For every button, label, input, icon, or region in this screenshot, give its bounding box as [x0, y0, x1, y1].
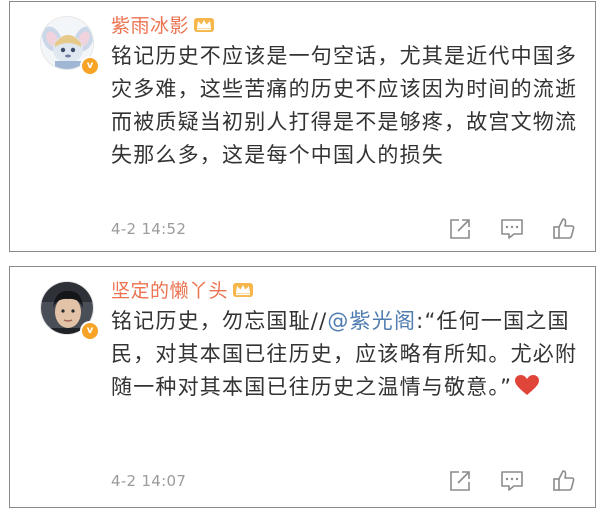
mention-link[interactable]: @紫光阁 — [327, 309, 416, 333]
verified-badge: v — [80, 56, 100, 76]
action-bar — [447, 216, 577, 242]
crown-icon — [233, 283, 254, 297]
comment-text-prefix: 铭记历史，勿忘国耻// — [111, 309, 328, 333]
action-bar — [447, 468, 577, 494]
timestamp: 4-2 14:07 — [111, 472, 187, 490]
comment-text: 铭记历史不应该是一句空话，尤其是近代中国多灾多难，这些苦痛的历史不应该因为时间的… — [111, 44, 578, 167]
comment-icon[interactable] — [499, 216, 525, 242]
username[interactable]: 紫雨冰影 — [111, 11, 189, 38]
share-icon[interactable] — [447, 216, 473, 242]
crown-icon — [194, 18, 215, 32]
heart-emoji — [515, 375, 540, 395]
comment-text: 铭记历史，勿忘国耻//@紫光阁:“任何一国之国民，对其本国已往历史，应该略有所知… — [111, 305, 579, 404]
username[interactable]: 坚定的懒丫头 — [111, 276, 228, 303]
like-icon[interactable] — [551, 216, 577, 242]
comment-icon[interactable] — [499, 468, 525, 494]
share-icon[interactable] — [447, 468, 473, 494]
verified-badge: v — [80, 321, 100, 341]
like-icon[interactable] — [551, 468, 577, 494]
timestamp: 4-2 14:52 — [111, 220, 187, 238]
comment-card: v 坚定的懒丫头 铭记历史，勿忘国耻//@紫光阁:“任何一国之国民，对其本国已往… — [9, 266, 596, 508]
comment-card: v 紫雨冰影 铭记历史不应该是一句空话，尤其是近代中国多灾多难，这些苦痛的历史不… — [9, 1, 596, 252]
